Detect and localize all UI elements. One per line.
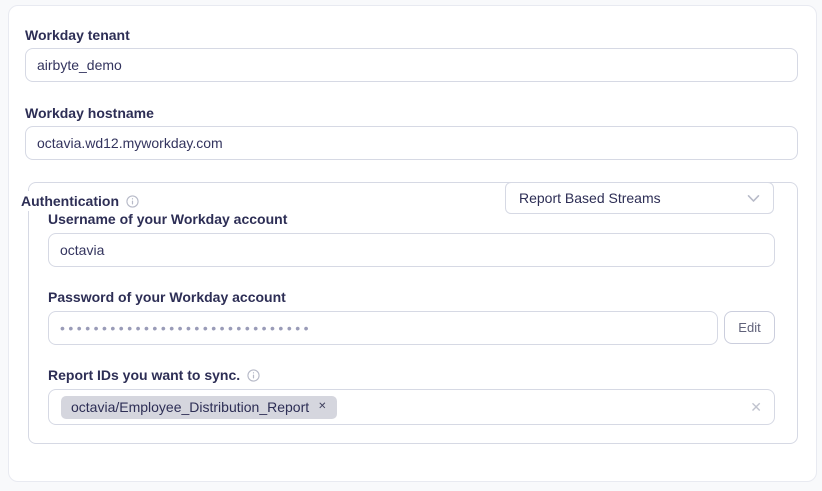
authentication-label: Authentication	[21, 194, 119, 208]
hostname-input[interactable]	[25, 126, 798, 160]
tenant-input[interactable]	[25, 48, 798, 82]
password-field-group: Password of your Workday account •••••••…	[48, 290, 775, 345]
info-icon[interactable]	[126, 195, 139, 208]
report-id-tag-text: octavia/Employee_Distribution_Report	[71, 399, 309, 415]
password-masked-input[interactable]: ••••••••••••••••••••••••••••••	[48, 311, 718, 345]
connector-setup-card: Workday tenant Workday hostname Authenti…	[8, 5, 817, 482]
tenant-field-group: Workday tenant	[25, 28, 798, 82]
username-field-group: Username of your Workday account	[48, 212, 775, 267]
report-ids-field-group: Report IDs you want to sync. octavia/Emp…	[48, 368, 775, 425]
report-id-tag: octavia/Employee_Distribution_Report ✕	[61, 396, 337, 419]
tenant-label: Workday tenant	[25, 28, 798, 42]
hostname-label: Workday hostname	[25, 106, 798, 120]
username-label: Username of your Workday account	[48, 212, 775, 226]
report-ids-tag-input[interactable]: octavia/Employee_Distribution_Report ✕ ✕	[48, 389, 775, 425]
tag-remove-icon[interactable]: ✕	[318, 402, 326, 412]
info-icon[interactable]	[247, 369, 260, 382]
report-ids-label-text: Report IDs you want to sync.	[48, 368, 240, 382]
authentication-section: Authentication Report Based Streams User…	[25, 182, 798, 444]
authentication-legend: Authentication	[21, 191, 148, 211]
hostname-field-group: Workday hostname	[25, 106, 798, 160]
authentication-card: Username of your Workday account Passwor…	[28, 182, 798, 444]
password-row: •••••••••••••••••••••••••••••• Edit	[48, 311, 775, 345]
clear-all-icon[interactable]: ✕	[750, 400, 762, 414]
password-edit-button[interactable]: Edit	[724, 311, 775, 344]
auth-method-select[interactable]: Report Based Streams	[505, 182, 774, 214]
auth-method-selected-value: Report Based Streams	[519, 190, 661, 206]
username-input[interactable]	[48, 233, 775, 267]
password-label: Password of your Workday account	[48, 290, 775, 304]
report-ids-label: Report IDs you want to sync.	[48, 368, 775, 382]
chevron-down-icon	[747, 194, 760, 203]
